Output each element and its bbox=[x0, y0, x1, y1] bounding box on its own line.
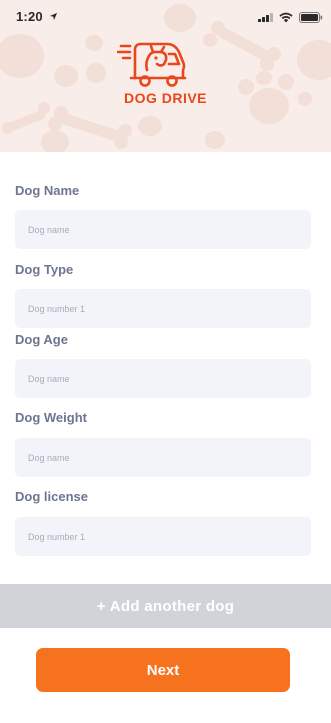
status-time: 1:20 bbox=[16, 9, 43, 24]
wifi-icon bbox=[279, 12, 293, 23]
navigation-arrow-icon bbox=[49, 12, 58, 21]
next-button[interactable]: Next bbox=[36, 648, 290, 692]
dog-age-input[interactable] bbox=[15, 359, 311, 398]
header: 1:20 DOG DRIVE bbox=[0, 0, 331, 152]
add-another-dog-button[interactable]: + Add another dog bbox=[0, 584, 331, 628]
brand-name: DOG DRIVE bbox=[123, 90, 208, 106]
dog-name-input[interactable] bbox=[15, 210, 311, 249]
dog-age-label: Dog Age bbox=[15, 332, 68, 347]
dog-weight-label: Dog Weight bbox=[15, 410, 87, 425]
dog-license-label: Dog license bbox=[15, 489, 88, 504]
dog-license-input[interactable] bbox=[15, 517, 311, 556]
dog-type-input[interactable] bbox=[15, 289, 311, 328]
dog-car-logo-icon bbox=[117, 42, 187, 87]
dog-name-label: Dog Name bbox=[15, 183, 80, 198]
cellular-signal-icon bbox=[258, 13, 273, 22]
status-bar: 1:20 bbox=[0, 0, 331, 34]
dog-weight-input[interactable] bbox=[15, 438, 311, 477]
dog-type-label: Dog Type bbox=[15, 262, 74, 277]
battery-icon bbox=[299, 12, 323, 23]
